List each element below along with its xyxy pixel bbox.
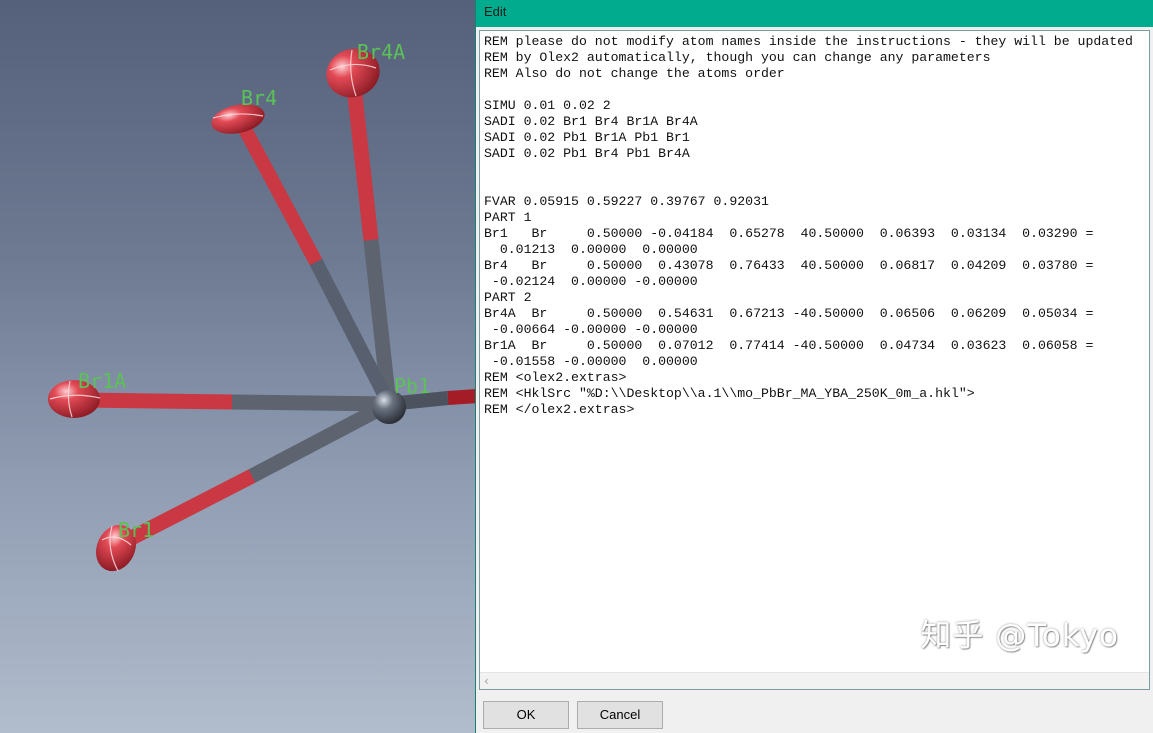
instructions-text-area[interactable]: REM please do not modify atom names insi…: [479, 30, 1150, 690]
text-line[interactable]: PART 1: [484, 210, 1145, 226]
text-line[interactable]: -0.00664 -0.00000 -0.00000: [484, 322, 1145, 338]
text-line[interactable]: Br4 Br 0.50000 0.43078 0.76433 40.50000 …: [484, 258, 1145, 274]
bond-pb1-br1: [110, 397, 393, 553]
text-line[interactable]: SADI 0.02 Pb1 Br1A Pb1 Br1: [484, 130, 1145, 146]
edit-window: Edit REM please do not modify atom names…: [475, 0, 1153, 733]
text-line[interactable]: [484, 178, 1145, 194]
text-line[interactable]: PART 2: [484, 290, 1145, 306]
text-line[interactable]: Br4A Br 0.50000 0.54631 0.67213 -40.5000…: [484, 306, 1145, 322]
cancel-button[interactable]: Cancel: [577, 701, 663, 729]
label-br4a: Br4A: [357, 40, 405, 64]
ok-button[interactable]: OK: [483, 701, 569, 729]
text-line[interactable]: SADI 0.02 Br1 Br4 Br1A Br4A: [484, 114, 1145, 130]
label-br1a: Br1A: [78, 369, 126, 393]
horizontal-scrollbar[interactable]: ‹: [480, 672, 1149, 689]
edit-title: Edit: [484, 4, 507, 19]
instructions-text[interactable]: REM please do not modify atom names insi…: [480, 31, 1149, 421]
text-line[interactable]: REM please do not modify atom names insi…: [484, 34, 1145, 50]
label-br1: Br1: [118, 518, 154, 542]
text-line[interactable]: SADI 0.02 Pb1 Br4 Pb1 Br4A: [484, 146, 1145, 162]
text-line[interactable]: REM <HklSrc "%D:\\Desktop\\a.1\\mo_PbBr_…: [484, 386, 1145, 402]
edit-title-bar[interactable]: Edit: [476, 0, 1153, 27]
text-line[interactable]: 0.01213 0.00000 0.00000: [484, 242, 1145, 258]
watermark: 知乎 @Tokyo: [920, 618, 1119, 654]
bond-pb1-br1a: [70, 392, 390, 412]
label-pb1: Pb1: [394, 374, 430, 398]
text-line[interactable]: [484, 82, 1145, 98]
text-line[interactable]: FVAR 0.05915 0.59227 0.39767 0.92031: [484, 194, 1145, 210]
text-line[interactable]: REM <olex2.extras>: [484, 370, 1145, 386]
molecule-render[interactable]: Br4A Br4 Br1A Pb1 Br1: [0, 0, 475, 733]
text-line[interactable]: REM by Olex2 automatically, though you c…: [484, 50, 1145, 66]
text-line[interactable]: -0.01558 -0.00000 0.00000: [484, 354, 1145, 370]
scroll-left-icon[interactable]: ‹: [484, 673, 489, 689]
structure-viewport[interactable]: Br4A Br4 Br1A Pb1 Br1: [0, 0, 475, 733]
text-line[interactable]: Br1A Br 0.50000 0.07012 0.77414 -40.5000…: [484, 338, 1145, 354]
text-line[interactable]: Br1 Br 0.50000 -0.04184 0.65278 40.50000…: [484, 226, 1145, 242]
text-line[interactable]: SIMU 0.01 0.02 2: [484, 98, 1145, 114]
text-line[interactable]: [484, 162, 1145, 178]
text-line[interactable]: REM </olex2.extras>: [484, 402, 1145, 418]
text-line[interactable]: -0.02124 0.00000 -0.00000: [484, 274, 1145, 290]
text-line[interactable]: REM Also do not change the atoms order: [484, 66, 1145, 82]
label-br4: Br4: [241, 86, 277, 110]
